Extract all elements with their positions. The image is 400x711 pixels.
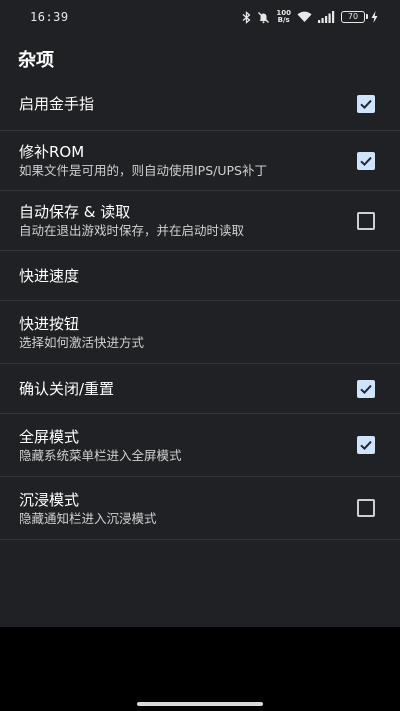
status-bar: 16:39 100 B/s 70 [0, 0, 400, 34]
setting-fast-forward-button[interactable]: 快进按钮 选择如何激活快进方式 [0, 301, 400, 364]
status-icons: 100 B/s 70 [242, 10, 378, 24]
confirm-close-reset-checkbox[interactable] [357, 379, 375, 398]
immersive-mode-checkbox[interactable] [357, 499, 375, 517]
setting-fast-forward-speed[interactable]: 快进速度 [0, 251, 400, 301]
net-speed-unit: B/s [277, 16, 290, 24]
home-gesture-handle[interactable] [137, 702, 263, 706]
setting-title: 启用金手指 [19, 95, 95, 113]
setting-immersive-mode[interactable]: 沉浸模式 隐藏通知栏进入沉浸模式 [0, 477, 400, 540]
fullscreen-mode-checkbox[interactable] [357, 436, 375, 454]
setting-title: 沉浸模式 [19, 490, 80, 509]
charging-icon [371, 10, 378, 24]
setting-description: 选择如何激活快进方式 [19, 334, 145, 350]
setting-description: 隐藏通知栏进入沉浸模式 [19, 510, 157, 526]
signal-icon [318, 10, 335, 24]
net-speed-icon: 100 B/s [276, 10, 291, 24]
screen: 16:39 100 B/s 70 杂项 启用金手指 修补ROM 如果文件是可用的… [0, 0, 400, 711]
setting-title: 确认关闭/重置 [19, 379, 115, 398]
bluetooth-icon [242, 10, 251, 24]
setting-title: 快进按钮 [19, 314, 80, 333]
setting-description: 自动在退出游戏时保存，并在启动时读取 [19, 223, 245, 238]
setting-confirm-close-reset[interactable]: 确认关闭/重置 [0, 364, 400, 414]
setting-fullscreen-mode[interactable]: 全屏模式 隐藏系统菜单栏进入全屏模式 [0, 414, 400, 477]
battery-level: 70 [347, 12, 359, 21]
navigation-bar [0, 627, 400, 711]
wifi-icon [297, 10, 312, 24]
setting-description: 如果文件是可用的，则自动使用IPS/UPS补丁 [19, 163, 267, 178]
setting-title: 修补ROM [19, 143, 85, 161]
settings-screen: 16:39 100 B/s 70 杂项 启用金手指 修补ROM 如果文件是可用的… [0, 0, 400, 627]
auto-save-load-checkbox[interactable] [357, 211, 375, 230]
status-time: 16:39 [30, 10, 69, 24]
setting-title: 快进速度 [19, 266, 80, 285]
settings-list: 启用金手指 修补ROM 如果文件是可用的，则自动使用IPS/UPS补丁 自动保存… [0, 78, 400, 540]
setting-auto-save-load[interactable]: 自动保存 & 读取 自动在退出游戏时保存，并在启动时读取 [0, 191, 400, 251]
battery-icon: 70 [341, 11, 368, 23]
setting-enable-cheats[interactable]: 启用金手指 [0, 78, 400, 131]
mute-icon [257, 10, 270, 24]
enable-cheats-checkbox[interactable] [357, 95, 375, 113]
section-title: 杂项 [18, 50, 54, 71]
setting-title: 全屏模式 [19, 427, 80, 446]
setting-title: 自动保存 & 读取 [19, 203, 131, 221]
patch-rom-checkbox[interactable] [357, 151, 375, 170]
setting-description: 隐藏系统菜单栏进入全屏模式 [19, 447, 182, 463]
setting-patch-rom[interactable]: 修补ROM 如果文件是可用的，则自动使用IPS/UPS补丁 [0, 131, 400, 191]
